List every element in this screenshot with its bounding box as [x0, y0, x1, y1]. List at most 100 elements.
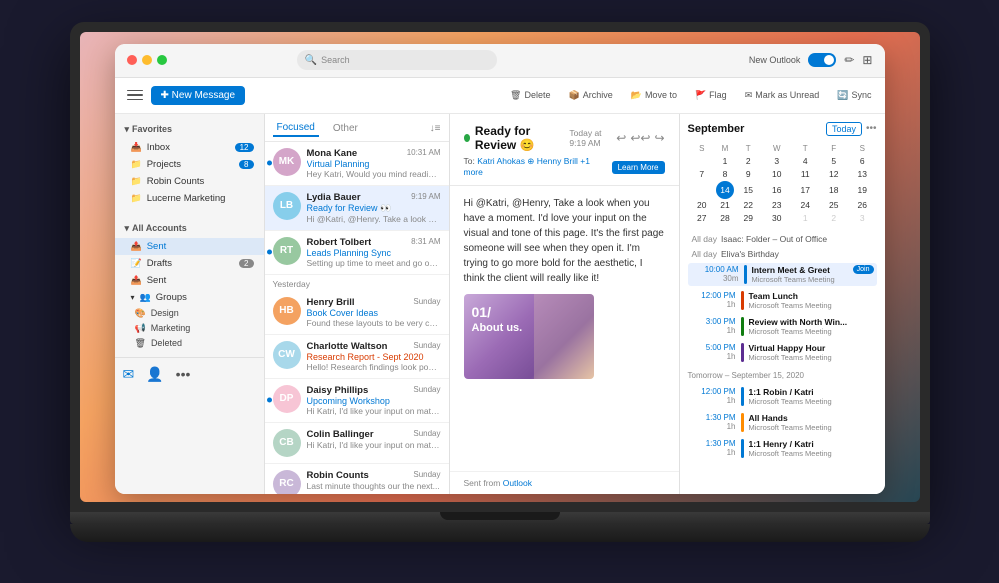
- sidebar-item-lucerne[interactable]: 📁 Lucerne Marketing: [115, 190, 264, 207]
- cal-day[interactable]: 17: [791, 181, 820, 199]
- cal-day[interactable]: 6: [848, 155, 877, 168]
- outlook-link[interactable]: Outlook: [503, 478, 532, 488]
- sidebar-item-sent2[interactable]: 📤 Sent: [115, 272, 264, 289]
- sidebar-item-sent[interactable]: 📤 Sent: [115, 238, 264, 255]
- timed-event[interactable]: 1:30 PM 1h 1:1 Henry / Katri Microsoft T…: [688, 437, 877, 460]
- minimize-button[interactable]: [142, 55, 152, 65]
- mail-nav-icon[interactable]: ✉: [123, 366, 135, 383]
- cal-day[interactable]: 26: [848, 199, 877, 212]
- cal-day[interactable]: 8: [716, 168, 734, 181]
- email-item[interactable]: MK Mona Kane 10:31 AM Virtual Planning H…: [265, 142, 449, 186]
- groups-chevron[interactable]: ▾: [131, 293, 135, 302]
- cal-day[interactable]: 24: [791, 199, 820, 212]
- cal-day[interactable]: [688, 181, 717, 199]
- laptop-base: [70, 512, 930, 562]
- cal-day[interactable]: [688, 155, 717, 168]
- calendar-more-icon[interactable]: •••: [866, 123, 877, 134]
- email-item[interactable]: HB Henry Brill Sunday Book Cover Ideas F…: [265, 291, 449, 335]
- cal-day[interactable]: 19: [848, 181, 877, 199]
- favorites-chevron[interactable]: ▾: [125, 124, 130, 135]
- cal-day[interactable]: 28: [716, 212, 734, 225]
- email-item[interactable]: DP Daisy Phillips Sunday Upcoming Worksh…: [265, 379, 449, 423]
- cal-day[interactable]: 18: [820, 181, 849, 199]
- cal-day[interactable]: 9: [734, 168, 763, 181]
- cal-day[interactable]: 20: [688, 199, 717, 212]
- delete-action[interactable]: 🗑 Delete: [505, 87, 555, 104]
- event-details: Review with North Win... Microsoft Teams…: [749, 317, 877, 336]
- forward-icon[interactable]: ↪: [654, 131, 664, 145]
- cal-day[interactable]: 3: [848, 212, 877, 225]
- sidebar-item-inbox[interactable]: 📥 Inbox 12: [115, 139, 264, 156]
- email-header: Lydia Bauer 9:19 AM: [307, 192, 441, 203]
- cal-day[interactable]: 27: [688, 212, 717, 225]
- cal-day[interactable]: 25: [820, 199, 849, 212]
- compose-icon[interactable]: ✏: [844, 53, 854, 67]
- new-message-button[interactable]: ✚ New Message: [151, 86, 246, 105]
- cal-day[interactable]: 1: [791, 212, 820, 225]
- timed-event[interactable]: 3:00 PM 1h Review with North Win... Micr…: [688, 315, 877, 338]
- tab-other[interactable]: Other: [329, 121, 362, 136]
- cal-day[interactable]: 30: [763, 212, 792, 225]
- avatar: DP: [273, 385, 301, 413]
- cal-day[interactable]: 10: [763, 168, 792, 181]
- cal-day[interactable]: 29: [734, 212, 763, 225]
- today-button[interactable]: Today: [826, 122, 862, 136]
- filter-icon[interactable]: ↓≡: [430, 123, 441, 134]
- sidebar-item-groups[interactable]: ▾ 👥 Groups: [115, 289, 264, 306]
- cal-day[interactable]: 12: [820, 168, 849, 181]
- search-bar[interactable]: 🔍 Search: [297, 50, 497, 70]
- timed-event[interactable]: 5:00 PM 1h Virtual Happy Hour Microsoft …: [688, 341, 877, 364]
- cal-day[interactable]: 1: [716, 155, 734, 168]
- cal-day[interactable]: 5: [820, 155, 849, 168]
- contacts-nav-icon[interactable]: 👤: [146, 366, 163, 383]
- email-item[interactable]: CB Colin Ballinger Sunday Hi Katri, I'd …: [265, 423, 449, 464]
- sidebar-item-robin[interactable]: 📁 Robin Counts: [115, 173, 264, 190]
- expand-icon[interactable]: ⊞: [862, 53, 872, 67]
- cal-day[interactable]: 13: [848, 168, 877, 181]
- email-item[interactable]: RT Robert Tolbert 8:31 AM Leads Planning…: [265, 231, 449, 275]
- cal-day[interactable]: 2: [734, 155, 763, 168]
- fullscreen-button[interactable]: [157, 55, 167, 65]
- timed-event[interactable]: 12:00 PM 1h Team Lunch Microsoft Teams M…: [688, 289, 877, 312]
- learn-more-button[interactable]: Learn More: [612, 161, 665, 174]
- move-to-action[interactable]: 📂 Move to: [626, 87, 682, 104]
- cal-day[interactable]: 3: [763, 155, 792, 168]
- email-item[interactable]: CW Charlotte Waltson Sunday Research Rep…: [265, 335, 449, 379]
- cal-day[interactable]: 2: [820, 212, 849, 225]
- cal-day-today[interactable]: 14: [716, 181, 734, 199]
- cal-day[interactable]: 11: [791, 168, 820, 181]
- cal-day[interactable]: 16: [763, 181, 792, 199]
- sidebar-item-projects[interactable]: 📁 Projects 8: [115, 156, 264, 173]
- cal-day[interactable]: 15: [734, 181, 763, 199]
- cal-day[interactable]: 21: [716, 199, 734, 212]
- cal-day[interactable]: 7: [688, 168, 717, 181]
- sync-action[interactable]: 🔄 Sync: [832, 87, 876, 104]
- event-color-bar: [741, 291, 744, 310]
- sidebar-item-drafts[interactable]: 📝 Drafts 2: [115, 255, 264, 272]
- cal-day[interactable]: 22: [734, 199, 763, 212]
- all-accounts-chevron[interactable]: ▾: [125, 223, 130, 234]
- reply-icon[interactable]: ↩: [616, 131, 626, 145]
- email-attachment-preview[interactable]: 01/ About us.: [464, 294, 594, 379]
- sidebar-item-marketing[interactable]: 📢 Marketing: [115, 321, 264, 336]
- menu-button[interactable]: [123, 83, 147, 107]
- archive-action[interactable]: 📦 Archive: [563, 87, 617, 104]
- timed-event[interactable]: 10:00 AM 30m Intern Meet & Greet Microso…: [688, 263, 877, 286]
- more-nav-icon[interactable]: •••: [176, 366, 191, 382]
- sidebar-item-deleted[interactable]: 🗑 Deleted: [115, 336, 264, 351]
- new-outlook-toggle[interactable]: [808, 53, 836, 67]
- timed-event[interactable]: 1:30 PM 1h All Hands Microsoft Teams Mee…: [688, 411, 877, 434]
- join-badge[interactable]: Join: [853, 265, 874, 274]
- reply-all-icon[interactable]: ↩↩: [630, 131, 650, 145]
- mark-unread-action[interactable]: ✉ Mark as Unread: [740, 87, 825, 104]
- timed-event[interactable]: 12:00 PM 1h 1:1 Robin / Katri Microsoft …: [688, 385, 877, 408]
- sidebar-item-design[interactable]: 🎨 Design: [115, 306, 264, 321]
- close-button[interactable]: [127, 55, 137, 65]
- flag-action[interactable]: 🚩 Flag: [690, 87, 732, 104]
- tab-focused[interactable]: Focused: [273, 120, 319, 137]
- cal-day[interactable]: 23: [763, 199, 792, 212]
- email-item[interactable]: RC Robin Counts Sunday Last minute thoug…: [265, 464, 449, 494]
- cal-day[interactable]: 4: [791, 155, 820, 168]
- email-subject: Research Report - Sept 2020: [307, 352, 441, 362]
- email-item[interactable]: LB Lydia Bauer 9:19 AM Ready for Review …: [265, 186, 449, 231]
